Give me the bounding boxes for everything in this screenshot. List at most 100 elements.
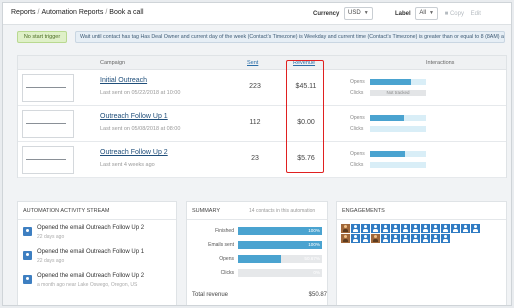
label-control: Label All ▼ ■ Copy Edit [395, 7, 481, 20]
contact-avatar-icon[interactable] [351, 224, 360, 233]
clicks-bar: Not tracked [370, 90, 426, 96]
contact-avatar-icon [23, 275, 32, 284]
contact-avatar-icon[interactable] [431, 234, 440, 243]
contact-avatar-icon[interactable] [401, 234, 410, 243]
activity-item[interactable]: Opened the email Outreach Follow Up 1 22… [23, 249, 173, 271]
sent-count: 223 [249, 83, 261, 90]
start-trigger-badge: No start trigger [17, 31, 67, 43]
summary-panel: SUMMARY 14 contacts in this automation F… [186, 201, 328, 305]
currency-value: USD [348, 10, 361, 16]
chevron-down-icon: ▼ [429, 10, 434, 16]
contact-avatar-icon[interactable] [461, 224, 470, 233]
opens-label: Opens [350, 151, 365, 157]
contact-avatar-icon[interactable] [401, 224, 410, 233]
revenue-highlight-box [286, 60, 324, 173]
contact-avatar-icon[interactable] [361, 234, 370, 243]
contact-avatar-icon[interactable] [471, 224, 480, 233]
activity-time: 22 days ago [37, 258, 65, 264]
clicks-label: Clicks [350, 90, 364, 96]
activity-item[interactable]: Opened the email Outreach Follow Up 2 22… [23, 225, 173, 247]
opens-fill [370, 79, 412, 85]
contact-avatar-icon[interactable] [441, 224, 450, 233]
clicks-bar [370, 126, 426, 132]
contact-avatar-icon[interactable] [351, 234, 360, 243]
breadcrumb-reports[interactable]: Reports [11, 9, 36, 16]
edit-button[interactable]: Edit [471, 11, 481, 17]
top-bar: Reports / Automation Reports / Book a call C… [3, 3, 511, 25]
contact-avatar-icon[interactable] [431, 224, 440, 233]
chevron-down-icon: ▼ [363, 10, 369, 16]
contact-avatar-icon[interactable] [381, 234, 390, 243]
contact-avatar-icon[interactable] [391, 224, 400, 233]
contact-avatar-icon[interactable] [421, 224, 430, 233]
contact-avatar-icon[interactable] [361, 224, 370, 233]
activity-text: Opened the email Outreach Follow Up 2 [37, 273, 145, 279]
campaign-name-link[interactable]: Initial Outreach [100, 77, 147, 84]
summary-row-finished: Finished 100% [215, 227, 322, 235]
breadcrumb: Reports / Automation Reports / Book a call [11, 9, 144, 16]
activity-text: Opened the email Outreach Follow Up 2 [37, 225, 145, 231]
summary-row-clicks: Clicks 0% [220, 269, 322, 277]
clicks-label: Clicks [350, 162, 364, 168]
engagements-title: ENGAGEMENTS [342, 208, 385, 214]
copy-button[interactable]: ■ Copy [445, 11, 464, 17]
contact-avatar-icon[interactable] [441, 234, 450, 243]
table-row: Initial Outreach Last sent on 05/22/2018… [18, 70, 506, 106]
activity-text: Opened the email Outreach Follow Up 1 [37, 249, 145, 255]
contact-avatar-icon[interactable] [371, 234, 380, 243]
contact-avatar-icon[interactable] [381, 224, 390, 233]
breadcrumb-automation-reports[interactable]: Automation Reports [41, 9, 103, 16]
contact-avatar-icon[interactable] [451, 224, 460, 233]
report-window: Reports / Automation Reports / Book a call C… [2, 2, 512, 306]
summary-row-emails-sent: Emails sent 100% [208, 241, 322, 249]
summary-subtitle: 14 contacts in this automation [249, 208, 316, 214]
breadcrumb-current: Book a call [109, 9, 144, 16]
table-header: Campaign Sent Revenue Interactions [18, 56, 506, 70]
campaign-name-link[interactable]: Outreach Follow Up 2 [100, 149, 168, 156]
opens-fill [370, 115, 404, 121]
contact-avatar-icon[interactable] [421, 234, 430, 243]
label-select[interactable]: All ▼ [415, 7, 438, 20]
campaign-name-link[interactable]: Outreach Follow Up 1 [100, 113, 168, 120]
opens-label: Opens [350, 115, 365, 121]
total-revenue-label: Total revenue [192, 292, 229, 298]
contact-avatar-icon[interactable] [391, 234, 400, 243]
campaign-last-sent: Last sent 4 weeks ago [100, 162, 155, 168]
campaign-thumbnail[interactable] [22, 74, 74, 102]
opens-bar [370, 115, 426, 121]
clicks-label: Clicks [350, 126, 364, 132]
label-label: Label [395, 11, 411, 18]
campaign-last-sent: Last sent on 05/08/2018 at 08:00 [100, 126, 181, 132]
activity-stream-panel: AUTOMATION ACTIVITY STREAM Opened the em… [17, 201, 177, 305]
activity-time: a month ago near Lake Oswego, Oregon, US [37, 282, 138, 288]
contact-avatar-icon[interactable] [371, 224, 380, 233]
summary-title: SUMMARY [192, 208, 221, 214]
campaign-thumbnail[interactable] [22, 146, 74, 174]
col-interactions: Interactions [426, 60, 455, 66]
col-sent[interactable]: Sent [247, 60, 258, 66]
table-row: Outreach Follow Up 1 Last sent on 05/08/… [18, 106, 506, 142]
sent-count: 112 [249, 119, 261, 126]
summary-row-opens: Opens 50.67% [219, 255, 322, 263]
table-row: Outreach Follow Up 2 Last sent 4 weeks a… [18, 142, 506, 178]
engagements-panel: ENGAGEMENTS [336, 201, 507, 305]
activity-item[interactable]: Opened the email Outreach Follow Up 2 a … [23, 273, 173, 295]
campaigns-table: Campaign Sent Revenue Interactions Initi… [17, 55, 507, 178]
campaign-thumbnail[interactable] [22, 110, 74, 138]
contact-avatar-icon[interactable] [341, 224, 350, 233]
activity-time: 22 days ago [37, 234, 65, 240]
contact-avatar-icon[interactable] [341, 234, 350, 243]
opens-fill [370, 151, 405, 157]
contact-avatar-icon[interactable] [411, 234, 420, 243]
total-revenue-value: $50.87 [308, 292, 327, 298]
col-campaign: Campaign [100, 60, 126, 66]
currency-select[interactable]: USD ▼ [344, 7, 373, 20]
sent-count: 23 [251, 155, 259, 162]
opens-bar [370, 79, 426, 85]
label-value: All [419, 10, 427, 16]
opens-bar [370, 151, 426, 157]
currency-control: Currency USD ▼ [313, 7, 373, 20]
clicks-bar [370, 162, 426, 168]
engaged-contacts [341, 224, 501, 244]
contact-avatar-icon[interactable] [411, 224, 420, 233]
